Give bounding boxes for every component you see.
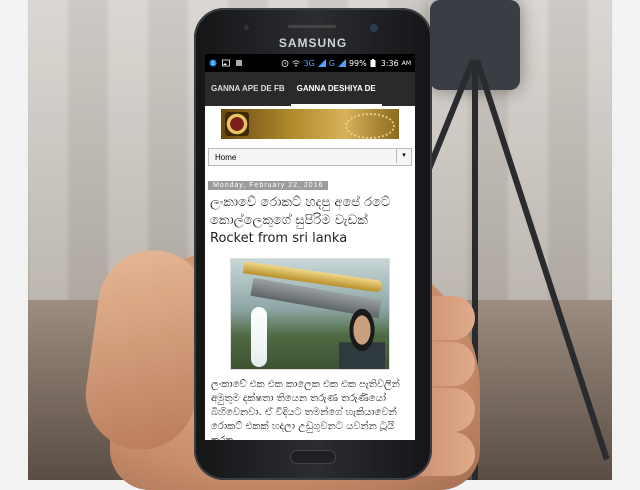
page-select-value: Home bbox=[215, 152, 237, 162]
post-body: ලංකාවේ එක එක කාලෙක එක එක පැතිවලින් අමුතු… bbox=[211, 379, 400, 440]
page-select-dropdown[interactable]: Home ▾ bbox=[208, 148, 412, 166]
phone-screen: S 3G G 99% 3:36 AM GANNA APE DE FB GANNA… bbox=[205, 54, 415, 440]
battery-percent: 99% bbox=[348, 58, 367, 68]
phone-speaker bbox=[288, 25, 336, 28]
gallery-icon bbox=[222, 59, 230, 67]
post-title[interactable]: ලංකාවේ රොකට් හදපු අපේ රටේ කොල්ලෙකුගේ සුප… bbox=[210, 194, 410, 248]
launch-smoke-graphic bbox=[251, 307, 267, 367]
signal-icon bbox=[317, 59, 326, 67]
tab-ganna-deshiya-de[interactable]: GANNA DESHIYA DE bbox=[290, 72, 382, 106]
clock-ampm: AM bbox=[401, 59, 411, 67]
skype-icon: S bbox=[209, 59, 217, 67]
decorative-swirl bbox=[345, 113, 395, 139]
clock-time: 3:36 bbox=[380, 58, 399, 68]
tab-ganna-ape-de-fb[interactable]: GANNA APE DE FB bbox=[205, 72, 291, 106]
front-camera-icon bbox=[370, 24, 378, 32]
emblem-icon bbox=[225, 112, 249, 136]
alarm-icon bbox=[281, 59, 289, 67]
network-type-label-2: G bbox=[328, 58, 335, 68]
network-type-label: 3G bbox=[303, 58, 315, 68]
signal-icon bbox=[337, 59, 346, 67]
notification-icon bbox=[235, 59, 243, 67]
post-image[interactable] bbox=[230, 258, 390, 370]
chevron-down-icon[interactable]: ▾ bbox=[396, 149, 411, 163]
site-banner-image[interactable] bbox=[221, 109, 399, 139]
wifi-icon bbox=[292, 59, 301, 67]
home-button[interactable] bbox=[290, 450, 336, 464]
battery-icon bbox=[370, 59, 378, 67]
phone-sensor bbox=[244, 25, 249, 30]
phone-brand-logo: SAMSUNG bbox=[278, 36, 348, 50]
tab-bar: GANNA APE DE FB GANNA DESHIYA DE bbox=[205, 72, 415, 106]
post-date: Monday, February 22, 2016 bbox=[208, 181, 329, 190]
status-bar: S 3G G 99% 3:36 AM bbox=[205, 54, 415, 72]
site-header bbox=[205, 106, 415, 142]
person-photo bbox=[339, 309, 385, 369]
